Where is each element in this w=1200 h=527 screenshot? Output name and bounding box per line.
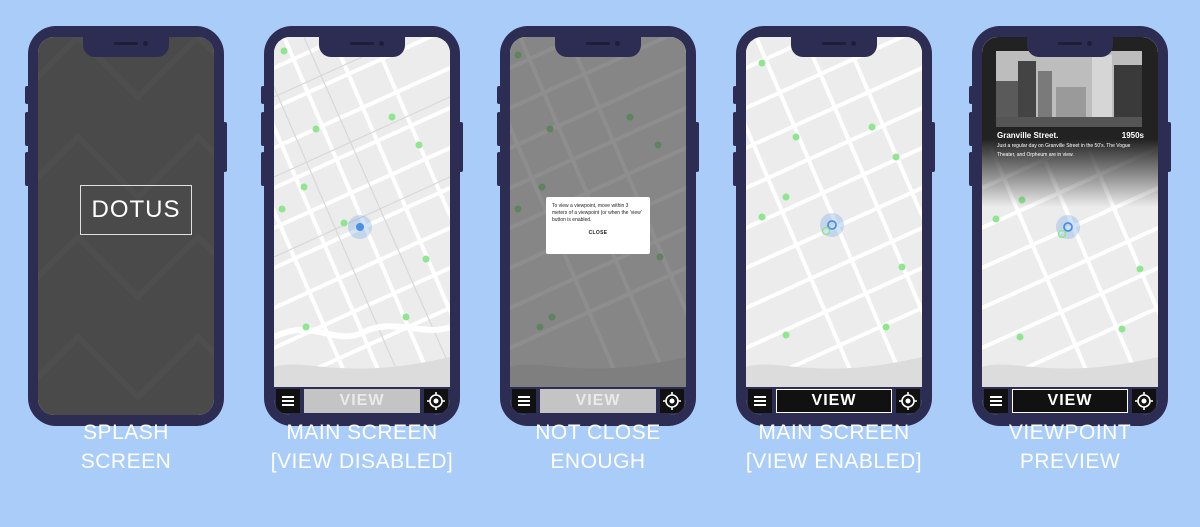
menu-button[interactable] [512, 389, 536, 413]
bottom-toolbar: VIEW [982, 387, 1158, 415]
locate-button[interactable] [424, 389, 448, 413]
phone-frame: VIEW [733, 26, 935, 426]
main-enabled-column: VIEW MAIN SCREEN [VIEW ENABLED] [733, 0, 972, 527]
street-photo-image [996, 51, 1142, 127]
locate-button[interactable] [896, 389, 920, 413]
preview-column: Granville Street. 1950s Just a regular d… [969, 0, 1200, 527]
distance-alert: To view a viewpoint, move within 3 meter… [546, 197, 650, 254]
preview-title: Granville Street. [997, 131, 1059, 140]
view-button[interactable]: VIEW [776, 389, 892, 413]
preview-description: Just a regular day on Granville Street i… [997, 143, 1131, 158]
historic-photo [996, 51, 1142, 127]
main-disabled-column: VIEW MAIN SCREEN [VIEW DISABLED] [261, 0, 500, 527]
splash-screen-column: DOTUS SPLASH SCREEN [25, 0, 264, 527]
menu-button[interactable] [748, 389, 772, 413]
app-logo: DOTUS [80, 185, 192, 235]
menu-button[interactable] [984, 389, 1008, 413]
preview-year: 1950s [1121, 131, 1144, 140]
alert-message: To view a viewpoint, move within 3 meter… [552, 203, 642, 223]
caption-splash: SPLASH SCREEN [80, 421, 172, 473]
locate-button[interactable] [1132, 389, 1156, 413]
splash-screen: DOTUS [38, 37, 214, 415]
phone-frame: DOTUS [25, 26, 227, 426]
caption-main-disabled: MAIN SCREEN [VIEW DISABLED] [270, 421, 454, 473]
bottom-toolbar: VIEW [510, 387, 686, 415]
crosshair-icon [1135, 392, 1153, 410]
main-screen-disabled: VIEW [274, 37, 450, 415]
phone-frame: To view a viewpoint, move within 3 meter… [497, 26, 699, 426]
crosshair-icon [899, 392, 917, 410]
main-screen-enabled: VIEW [746, 37, 922, 415]
map-view[interactable] [274, 37, 450, 387]
not-close-column: To view a viewpoint, move within 3 meter… [497, 0, 736, 527]
caption-not-close: NOT CLOSE ENOUGH [535, 421, 661, 473]
phone-frame: VIEW [261, 26, 463, 426]
view-button[interactable]: VIEW [540, 389, 656, 413]
view-button[interactable]: VIEW [304, 389, 420, 413]
caption-main-enabled: MAIN SCREEN [VIEW ENABLED] [745, 421, 923, 473]
map-view[interactable] [746, 37, 922, 387]
caption-preview: VIEWPOINT PREVIEW [1008, 421, 1132, 473]
menu-button[interactable] [276, 389, 300, 413]
view-button[interactable]: VIEW [1012, 389, 1128, 413]
bottom-toolbar: VIEW [746, 387, 922, 415]
phone-frame: Granville Street. 1950s Just a regular d… [969, 26, 1171, 426]
crosshair-icon [663, 392, 681, 410]
bottom-toolbar: VIEW [274, 387, 450, 415]
not-close-screen: To view a viewpoint, move within 3 meter… [510, 37, 686, 415]
viewpoint-preview-panel[interactable]: Granville Street. 1950s Just a regular d… [982, 37, 1158, 207]
preview-screen: Granville Street. 1950s Just a regular d… [982, 37, 1158, 415]
close-button[interactable]: CLOSE [552, 230, 644, 237]
crosshair-icon [427, 392, 445, 410]
locate-button[interactable] [660, 389, 684, 413]
